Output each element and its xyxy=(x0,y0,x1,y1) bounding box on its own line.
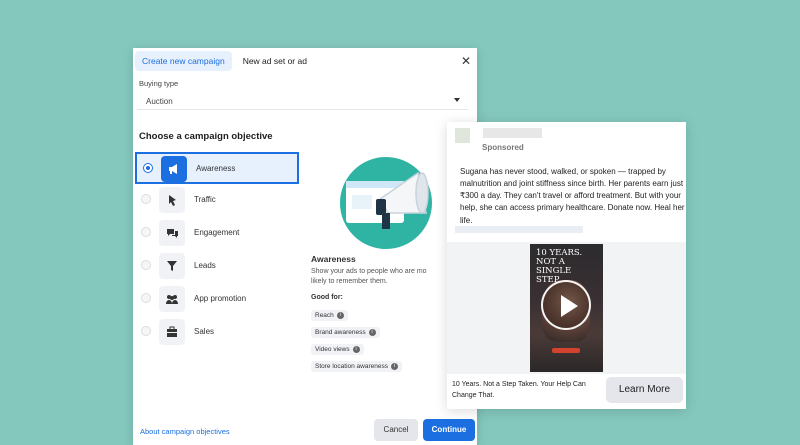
buying-type-select[interactable]: Auction xyxy=(137,92,468,110)
radio-awareness[interactable] xyxy=(143,163,153,173)
people-icon xyxy=(159,286,185,312)
good-for-chip: Reach i xyxy=(311,310,348,321)
chip-label: Reach xyxy=(315,312,334,319)
poster-donate-button xyxy=(552,348,580,353)
objective-label: Sales xyxy=(194,327,215,336)
sponsored-ad-card: Sponsored Sugana has never stood, walked… xyxy=(447,122,686,409)
campaign-dialog: Create new campaign New ad set or ad ✕ B… xyxy=(133,48,477,445)
advertiser-name-redacted[interactable] xyxy=(483,128,542,138)
tab-create-new-campaign[interactable]: Create new campaign xyxy=(135,51,232,71)
info-icon[interactable]: i xyxy=(391,363,398,370)
cancel-button[interactable]: Cancel xyxy=(374,419,418,441)
objective-label: App promotion xyxy=(194,294,247,303)
chat-bubbles-icon xyxy=(159,220,185,246)
buying-type-value: Auction xyxy=(146,97,173,106)
funnel-icon xyxy=(159,253,185,279)
good-for-chip: Brand awareness i xyxy=(311,327,380,338)
avatar[interactable] xyxy=(455,128,470,143)
objective-option-traffic[interactable]: Traffic xyxy=(135,185,299,217)
info-icon[interactable]: i xyxy=(352,346,360,353)
objective-option-awareness[interactable]: Awareness xyxy=(135,152,299,184)
chip-label: Store location awareness xyxy=(315,363,388,370)
chip-label: Brand awareness xyxy=(315,329,366,336)
objective-label: Leads xyxy=(194,261,216,270)
sponsored-label: Sponsored xyxy=(482,143,524,152)
close-icon[interactable]: ✕ xyxy=(459,54,473,68)
buying-type-label: Buying type xyxy=(139,79,179,88)
chevron-down-icon xyxy=(454,98,460,102)
radio-app-promotion[interactable] xyxy=(141,293,151,303)
good-for-chip: Store location awareness i xyxy=(311,361,402,372)
ad-body-text: Sugana has never stood, walked, or spoke… xyxy=(460,167,685,225)
about-campaign-objectives-link[interactable]: About campaign objectives xyxy=(140,427,230,436)
tab-new-ad-set-or-ad[interactable]: New ad set or ad xyxy=(236,51,314,71)
info-icon[interactable]: i xyxy=(336,312,344,319)
continue-button[interactable]: Continue xyxy=(423,419,475,441)
cursor-icon xyxy=(159,187,185,213)
objective-option-leads[interactable]: Leads xyxy=(135,251,299,283)
objective-label: Engagement xyxy=(194,228,240,237)
megaphone-illustration-icon xyxy=(340,157,432,249)
good-for-label: Good for: xyxy=(311,294,343,301)
info-icon[interactable]: i xyxy=(368,329,376,336)
radio-leads[interactable] xyxy=(141,260,151,270)
learn-more-button[interactable]: Learn More xyxy=(606,377,683,403)
briefcase-icon xyxy=(159,319,185,345)
good-for-chip: Video views i xyxy=(311,344,364,355)
objective-detail-title: Awareness xyxy=(311,254,356,264)
objective-option-engagement[interactable]: Engagement xyxy=(135,218,299,250)
redacted-link xyxy=(455,226,583,233)
ad-caption: 10 Years. Not a Step Taken. Your Help Ca… xyxy=(452,381,586,399)
play-icon[interactable] xyxy=(541,280,591,330)
chip-label: Video views xyxy=(315,346,350,353)
dialog-tabs: Create new campaign New ad set or ad xyxy=(135,50,318,72)
objective-heading: Choose a campaign objective xyxy=(139,131,273,142)
radio-sales[interactable] xyxy=(141,326,151,336)
objective-option-app-promotion[interactable]: App promotion xyxy=(135,284,299,316)
objective-label: Awareness xyxy=(196,164,236,173)
objective-option-sales[interactable]: Sales xyxy=(135,317,299,349)
radio-engagement[interactable] xyxy=(141,227,151,237)
radio-traffic[interactable] xyxy=(141,194,151,204)
objective-label: Traffic xyxy=(194,195,216,204)
ad-media[interactable]: 10 YEARS. NOT A SINGLE STEP. xyxy=(447,242,686,374)
megaphone-icon xyxy=(161,156,187,182)
